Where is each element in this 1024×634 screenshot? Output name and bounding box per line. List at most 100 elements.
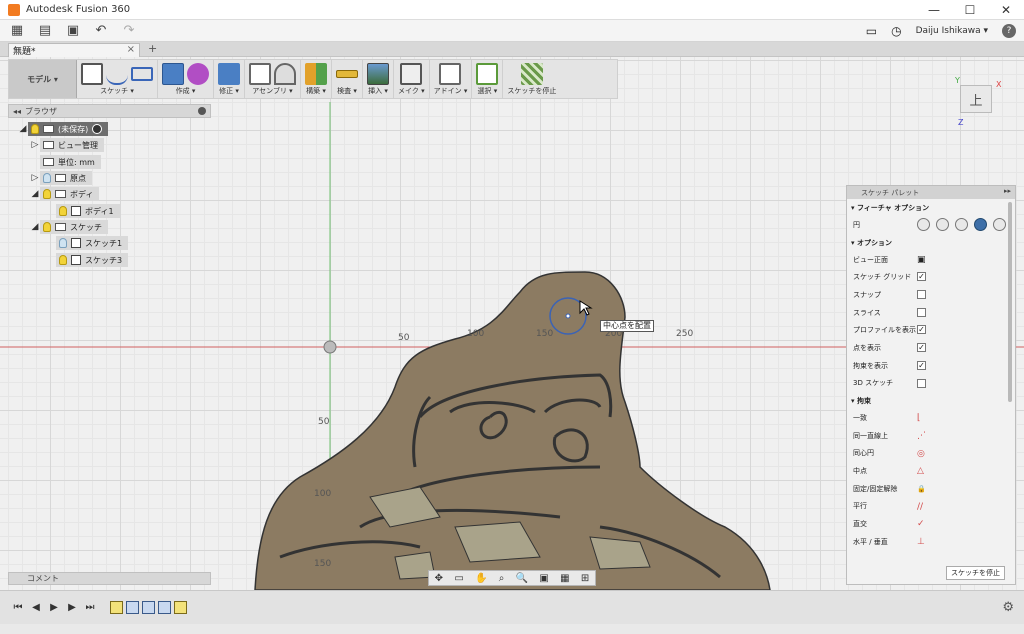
save-icon[interactable]: ▣ — [62, 22, 84, 40]
timeline-extrude-item[interactable] — [158, 601, 171, 614]
form-icon[interactable] — [187, 63, 209, 85]
tree-item-origin[interactable]: ▷ 原点 — [30, 171, 92, 185]
maximize-button[interactable]: ☐ — [952, 0, 988, 20]
constraint-row[interactable]: 同心円 ◎ — [847, 445, 1015, 463]
3d-print-icon[interactable] — [400, 63, 423, 85]
stop-sketch-group[interactable]: スケッチを停止 — [503, 60, 560, 98]
visibility-bulb-icon[interactable] — [59, 206, 67, 216]
tree-item-units[interactable]: 単位: mm — [30, 155, 101, 169]
addins-group[interactable]: アドイン ▾ — [430, 60, 473, 98]
perpendicular-icon[interactable]: ✓ — [917, 519, 927, 529]
feature-options-heading[interactable]: ▾ フィーチャ オプション — [847, 199, 1015, 216]
look-at-icon[interactable]: ▣ — [917, 255, 926, 265]
collapse-icon[interactable]: ◂◂ — [13, 107, 21, 116]
measure-icon[interactable] — [336, 70, 358, 78]
undo-icon[interactable]: ↶ — [90, 22, 112, 40]
view-cube[interactable]: 上 — [960, 85, 992, 113]
file-menu-icon[interactable]: ▤ — [34, 22, 56, 40]
option-row[interactable]: スケッチ グリッド ✓ — [847, 268, 1015, 286]
visibility-bulb-icon[interactable] — [59, 238, 67, 248]
sketch-group[interactable]: スケッチ ▾ — [77, 60, 158, 98]
constraint-row[interactable]: 平行 // — [847, 498, 1015, 516]
options-heading[interactable]: ▾ オプション — [847, 234, 1015, 251]
option-row[interactable]: ビュー正面 ▣ — [847, 251, 1015, 269]
previous-step-icon[interactable]: ◀ — [28, 602, 44, 613]
fix-lock-icon[interactable]: 🔒 — [917, 484, 927, 494]
stop-sketch-button[interactable]: スケッチを停止 — [946, 566, 1005, 580]
stop-sketch-icon[interactable] — [520, 63, 543, 85]
constraint-row[interactable]: 直交 ✓ — [847, 515, 1015, 533]
expand-icon[interactable]: ◢ — [30, 222, 40, 232]
option-row[interactable]: 3D スケッチ — [847, 375, 1015, 393]
option-checkbox[interactable] — [917, 307, 926, 317]
extrude-icon[interactable] — [162, 63, 184, 85]
grid-settings-icon[interactable]: ▦ — [560, 573, 569, 584]
visibility-bulb-icon[interactable] — [43, 189, 51, 199]
job-status-icon[interactable]: ▭ — [866, 24, 877, 38]
rectangle-icon[interactable] — [131, 67, 153, 81]
assemble-group[interactable]: アセンブリ ▾ — [245, 60, 301, 98]
visibility-bulb-icon[interactable] — [31, 124, 39, 134]
constraints-heading[interactable]: ▾ 拘束 — [847, 392, 1015, 409]
option-checkbox[interactable]: ✓ — [917, 360, 926, 370]
timeline-sketch-item[interactable] — [110, 601, 123, 614]
select-group[interactable]: 選択 ▾ — [472, 60, 504, 98]
redo-icon[interactable]: ↷ — [118, 22, 140, 40]
press-pull-icon[interactable] — [218, 63, 240, 85]
zoom-icon[interactable]: 🔍 — [516, 573, 528, 584]
last-step-icon[interactable]: ⏭ — [82, 602, 98, 613]
constraint-row[interactable]: 固定/固定解除 🔒 — [847, 480, 1015, 498]
offset-plane-icon[interactable] — [305, 63, 327, 85]
tree-item-sketch1[interactable]: スケッチ1 — [46, 236, 129, 250]
look-at-icon[interactable]: ▭ — [454, 573, 463, 584]
clock-icon[interactable]: ◷ — [891, 24, 901, 38]
orbit-icon[interactable]: ✥ — [435, 573, 443, 584]
two-point-circle-icon[interactable] — [936, 218, 949, 231]
center-diameter-circle-icon[interactable] — [917, 218, 930, 231]
new-tab-icon[interactable]: + — [148, 42, 157, 55]
collinear-icon[interactable]: ⋰ — [917, 431, 927, 441]
option-checkbox[interactable] — [917, 378, 926, 388]
option-checkbox[interactable]: ✓ — [917, 325, 926, 335]
first-step-icon[interactable]: ⏮ — [10, 602, 26, 613]
option-checkbox[interactable]: ✓ — [917, 343, 926, 353]
option-row[interactable]: スナップ — [847, 286, 1015, 304]
parallel-icon[interactable]: // — [917, 502, 927, 512]
tree-item-bodies[interactable]: ◢ ボディ — [30, 187, 100, 201]
option-row[interactable]: スライス — [847, 304, 1015, 322]
tree-root[interactable]: ◢ (未保存) — [18, 122, 109, 136]
modify-group[interactable]: 修正 ▾ — [214, 60, 245, 98]
tree-item-sketch3[interactable]: スケッチ3 — [46, 253, 129, 267]
tree-item-sketches[interactable]: ◢ スケッチ — [30, 220, 108, 234]
help-icon[interactable]: ? — [1002, 24, 1016, 38]
activate-radio-icon[interactable] — [92, 124, 103, 134]
timeline-sketch-item[interactable] — [174, 601, 187, 614]
display-settings-icon[interactable]: ▣ — [539, 573, 548, 584]
create-sketch-icon[interactable] — [81, 63, 103, 85]
option-row[interactable]: プロファイルを表示 ✓ — [847, 321, 1015, 339]
visibility-bulb-icon[interactable] — [43, 222, 51, 232]
line-icon[interactable] — [106, 63, 128, 85]
user-menu[interactable]: Daiju Ishikawa ▾ — [916, 26, 988, 36]
option-checkbox[interactable] — [917, 290, 926, 300]
three-point-circle-icon[interactable] — [955, 218, 968, 231]
option-row[interactable]: 拘束を表示 ✓ — [847, 357, 1015, 375]
insert-group[interactable]: 挿入 ▾ — [363, 60, 394, 98]
option-row[interactable]: 点を表示 ✓ — [847, 339, 1015, 357]
midpoint-icon[interactable]: △ — [917, 466, 927, 476]
inspect-group[interactable]: 検査 ▾ — [332, 60, 363, 98]
close-button[interactable]: ✕ — [988, 0, 1024, 20]
insert-image-icon[interactable] — [367, 63, 389, 85]
minimize-button[interactable]: — — [916, 0, 952, 20]
select-icon[interactable] — [476, 63, 499, 85]
make-group[interactable]: メイク ▾ — [394, 60, 430, 98]
comments-panel[interactable]: コメント — [8, 572, 211, 585]
zoom-window-icon[interactable]: ⌕ — [499, 573, 505, 584]
expand-icon[interactable]: ▷ — [30, 173, 40, 183]
scripts-addins-icon[interactable] — [439, 63, 462, 85]
browser-panel-header[interactable]: ◂◂ ブラウザ — [8, 104, 211, 118]
timeline-extrude-item[interactable] — [142, 601, 155, 614]
visibility-bulb-icon[interactable] — [59, 255, 67, 265]
settings-gear-icon[interactable]: ⚙ — [1002, 600, 1014, 615]
data-panel-grid-icon[interactable]: ▦ — [6, 22, 28, 40]
